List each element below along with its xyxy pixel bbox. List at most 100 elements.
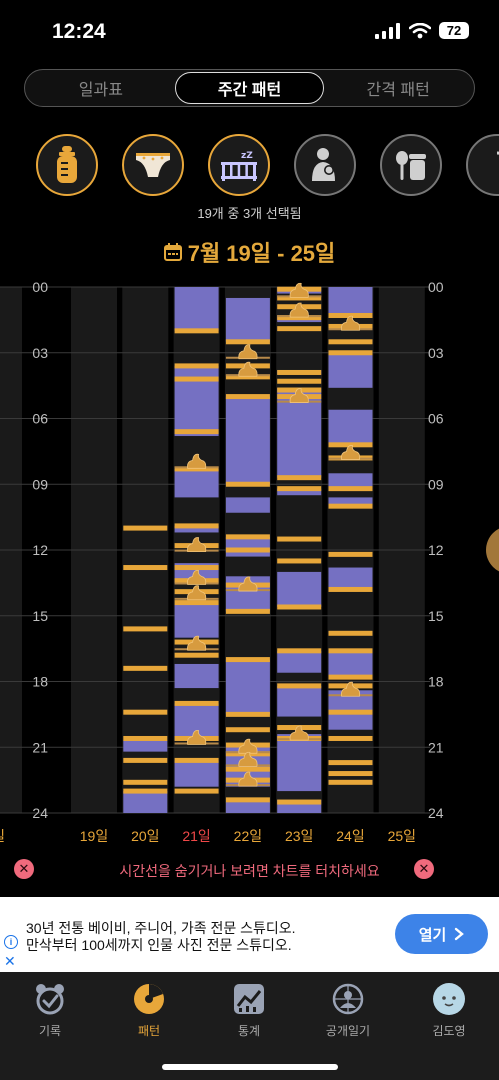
crib-sleep-icon[interactable]: zZ — [208, 134, 270, 196]
feed-mark — [174, 652, 219, 658]
day-group-21일: 21일 — [174, 287, 219, 844]
feed-mark — [277, 536, 322, 542]
hour-tick-label-left: 12 — [32, 542, 48, 558]
wifi-icon — [409, 22, 431, 38]
alarm-clock-icon — [33, 982, 67, 1016]
feed-mark — [277, 486, 322, 492]
statistics-icon — [232, 982, 266, 1016]
day-label: 25일 — [388, 828, 416, 844]
hint-row: ✕ 시간선을 숨기거나 보려면 차트를 터치하세요 ✕ — [0, 855, 499, 885]
more-category-icon[interactable] — [466, 134, 499, 196]
nav-pattern-label: 패턴 — [137, 1024, 161, 1038]
feed-mark — [277, 326, 322, 332]
public-diary-icon — [331, 982, 365, 1016]
hour-tick-label-right: 18 — [428, 674, 444, 690]
feed-mark — [328, 648, 373, 654]
sleep-block — [225, 297, 270, 342]
tab-weekly-pattern[interactable]: 주간 패턴 — [174, 72, 325, 104]
profile-avatar-icon — [432, 982, 466, 1016]
feed-mark — [123, 525, 168, 531]
status-icons: 72 — [375, 22, 469, 39]
hour-tick-label-left: 21 — [32, 739, 48, 755]
feed-mark — [225, 727, 270, 733]
baby-bottle-icon[interactable] — [36, 134, 98, 196]
sleep-block — [328, 352, 373, 388]
sleep-block — [328, 409, 373, 445]
feed-mark — [225, 797, 270, 803]
feed-mark — [225, 394, 270, 400]
ad-close-icon[interactable]: ✕ — [4, 953, 16, 970]
date-range-header[interactable]: 7월 19일 - 25일 — [0, 236, 499, 268]
feed-mark — [123, 779, 168, 785]
feed-mark — [225, 711, 270, 717]
feed-mark — [123, 757, 168, 763]
feed-mark — [277, 648, 322, 654]
feed-mark — [328, 709, 373, 715]
feed-mark — [328, 486, 373, 492]
feed-mark — [174, 376, 219, 382]
sleep-block — [328, 567, 373, 590]
prev-day-label: 8일 — [0, 828, 5, 844]
feed-mark — [225, 657, 270, 663]
category-filter-row: zZ — [0, 134, 499, 196]
sleep-block — [174, 287, 219, 331]
day-group-19일: 19일 — [80, 828, 108, 844]
scroll-handle — [486, 528, 499, 572]
ad-banner[interactable]: 30년 전통 베이비, 주니어, 가족 전문 스튜디오. 만삭부터 100세까지… — [0, 897, 499, 972]
sleep-block — [225, 802, 270, 813]
feed-mark — [225, 766, 270, 772]
nav-record[interactable]: 기록 — [10, 982, 90, 1039]
feed-mark — [277, 378, 322, 384]
hint-close-right-icon[interactable]: ✕ — [414, 859, 434, 879]
ad-info-icon[interactable]: i — [4, 935, 18, 949]
nav-profile[interactable]: 김도영 — [409, 982, 489, 1039]
feed-mark — [328, 350, 373, 356]
tab-interval-pattern[interactable]: 간격 패턴 — [324, 72, 472, 104]
calendar-icon — [163, 243, 182, 261]
breastfeeding-icon[interactable] — [294, 134, 356, 196]
nav-public-diary[interactable]: 공개일기 — [308, 982, 388, 1039]
sleep-block — [123, 791, 168, 813]
tab-daily-schedule[interactable]: 일과표 — [27, 72, 175, 104]
feed-mark — [277, 604, 322, 610]
nav-pattern[interactable]: 패턴 — [109, 982, 189, 1039]
ad-open-button[interactable]: 열기 — [395, 914, 488, 954]
feed-mark — [277, 558, 322, 564]
sleep-block — [225, 497, 270, 513]
chevron-right-icon — [455, 927, 465, 941]
hour-tick-label-left: 15 — [32, 608, 48, 624]
nav-profile-label: 김도영 — [432, 1024, 466, 1038]
diaper-icon[interactable] — [122, 134, 184, 196]
nav-statistics[interactable]: 통계 — [209, 982, 289, 1039]
feed-mark — [328, 586, 373, 592]
sleep-block — [174, 663, 219, 689]
selected-count-text: 19개 중 3개 선택됨 — [197, 206, 302, 221]
feed-mark — [225, 339, 270, 345]
weekly-pattern-chart[interactable]: 19일 20일 21일 22일 23일 24일 25일 00 00 03 03 06 06 09 09 12 1… — [0, 275, 499, 850]
feed-mark — [277, 475, 322, 481]
sleep-block — [277, 571, 322, 607]
nav-record-label: 기록 — [38, 1024, 62, 1038]
feed-mark — [174, 600, 219, 606]
battery-indicator: 72 — [439, 22, 469, 39]
feed-mark — [277, 369, 322, 375]
hour-tick-label-right: 00 — [428, 279, 444, 295]
feed-mark — [328, 339, 373, 345]
feed-mark — [123, 665, 168, 671]
sleep-block — [225, 396, 270, 485]
day-label: 21일 — [182, 828, 210, 844]
baby-food-icon[interactable] — [380, 134, 442, 196]
sleep-block — [328, 287, 373, 316]
hour-tick-label-right: 15 — [428, 608, 444, 624]
day-label: 19일 — [80, 828, 108, 844]
hour-tick-label-right: 12 — [428, 542, 444, 558]
feed-mark — [174, 363, 219, 369]
feed-mark — [277, 683, 322, 689]
signal-icon — [375, 22, 400, 39]
hour-tick-label-left: 09 — [32, 476, 48, 492]
feed-mark — [328, 735, 373, 741]
hour-tick-label-right: 09 — [428, 476, 444, 492]
feed-mark — [225, 547, 270, 553]
feed-mark — [174, 700, 219, 706]
sleep-block — [174, 604, 219, 638]
